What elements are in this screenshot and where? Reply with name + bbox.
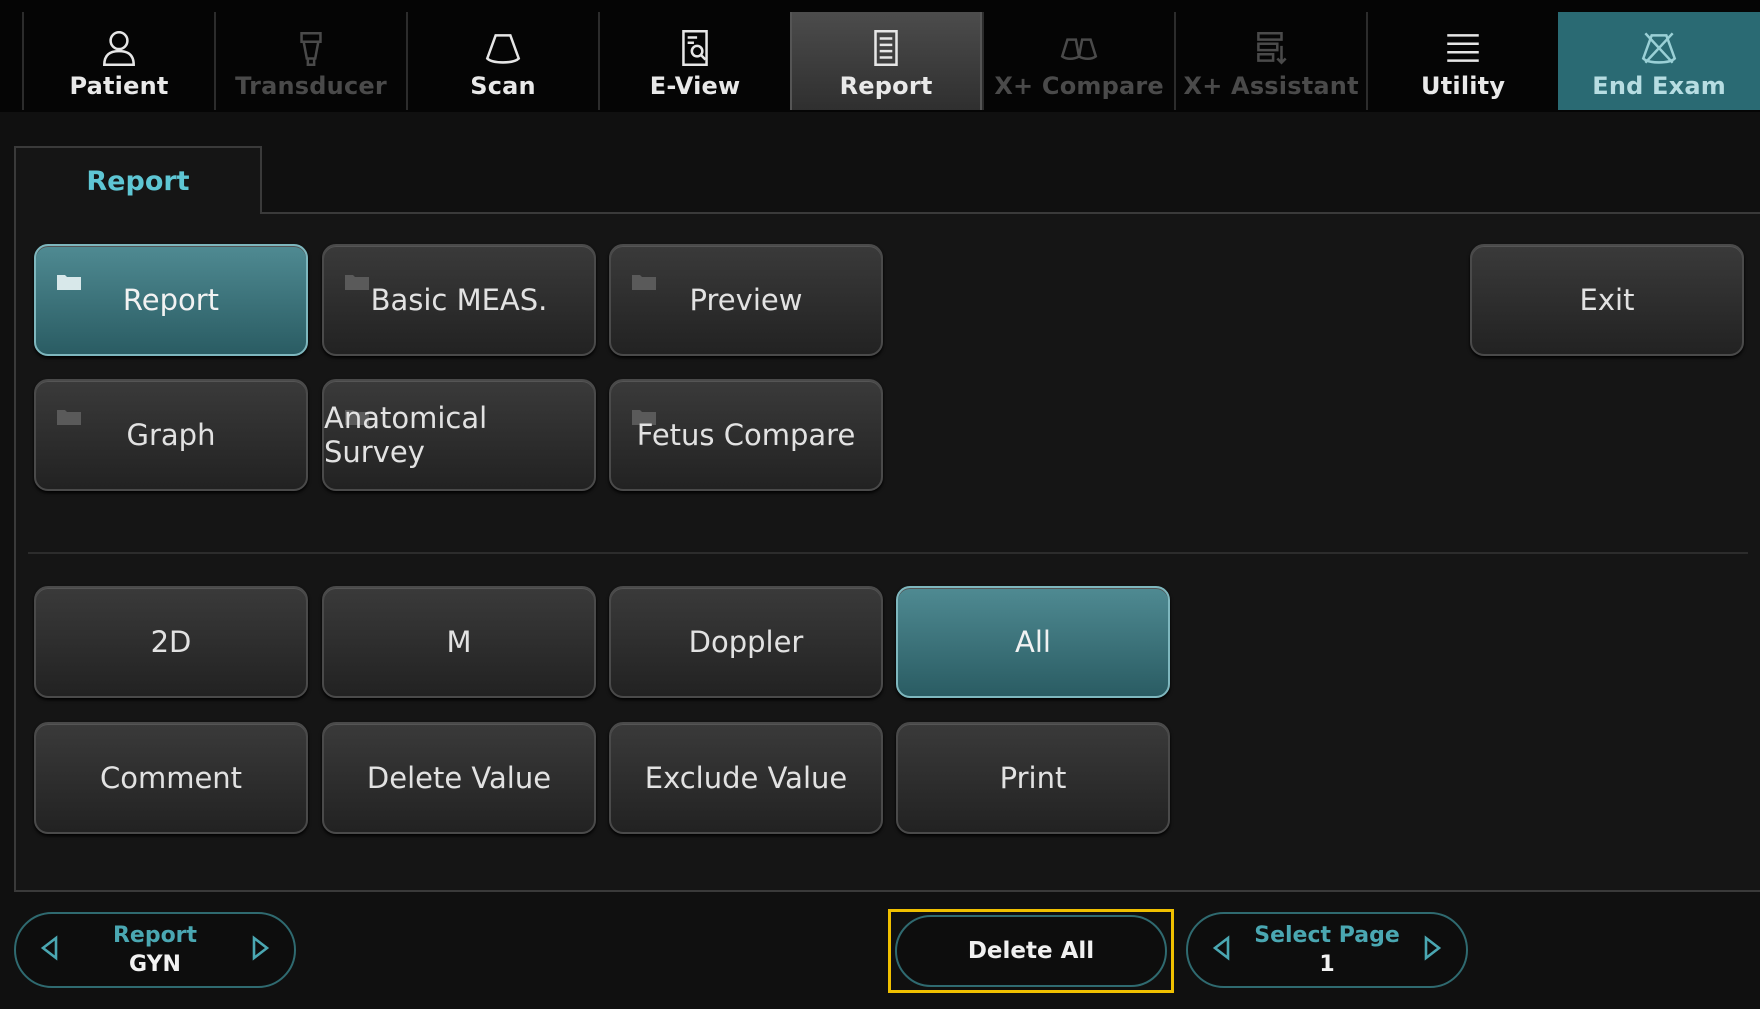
print-button[interactable]: Print bbox=[896, 722, 1170, 834]
right-arrow-icon[interactable] bbox=[248, 935, 272, 965]
toolbar-label: Patient bbox=[69, 72, 169, 100]
folder-icon bbox=[631, 399, 657, 425]
toolbar-label: X+ Assistant bbox=[1183, 72, 1359, 100]
page-selector-title: Select Page bbox=[1254, 923, 1400, 948]
scan-icon bbox=[480, 26, 526, 70]
button-label: Basic MEAS. bbox=[370, 283, 548, 317]
report-button[interactable]: Report bbox=[34, 244, 308, 356]
toolbar-compare-button[interactable]: X+ Compare bbox=[982, 12, 1174, 110]
menu-icon bbox=[1440, 26, 1486, 70]
report-type-title: Report bbox=[112, 923, 198, 948]
left-arrow-icon[interactable] bbox=[38, 935, 62, 965]
transducer-icon bbox=[288, 26, 334, 70]
top-toolbar: Patient Transducer Scan E-View Report X+… bbox=[0, 0, 1760, 112]
tab-report[interactable]: Report bbox=[14, 146, 262, 214]
toolbar-label: Scan bbox=[470, 72, 536, 100]
report-icon bbox=[863, 26, 909, 70]
page-selector[interactable]: Select Page 1 bbox=[1186, 912, 1468, 988]
right-arrow-icon[interactable] bbox=[1420, 935, 1444, 965]
delete-all-button[interactable]: Delete All bbox=[895, 915, 1167, 987]
toolbar-label: Utility bbox=[1421, 72, 1506, 100]
button-label: Preview bbox=[689, 283, 803, 317]
button-label: Report bbox=[122, 283, 220, 317]
button-label: Print bbox=[999, 761, 1067, 795]
button-label: Anatomical Survey bbox=[324, 401, 488, 469]
button-label: Doppler bbox=[688, 625, 804, 659]
button-label: Fetus Compare bbox=[636, 418, 856, 452]
report-type-value: GYN bbox=[129, 952, 181, 977]
toolbar-patient-button[interactable]: Patient bbox=[22, 12, 214, 110]
doppler-button[interactable]: Doppler bbox=[609, 586, 883, 698]
toolbar-end-exam-button[interactable]: End Exam bbox=[1558, 12, 1760, 110]
folder-icon bbox=[631, 264, 657, 290]
folder-open-icon bbox=[56, 264, 82, 290]
fetus-compare-button[interactable]: Fetus Compare bbox=[609, 379, 883, 491]
folder-icon bbox=[56, 399, 82, 425]
toolbar-assistant-button[interactable]: X+ Assistant bbox=[1174, 12, 1366, 110]
toolbar-label: End Exam bbox=[1592, 72, 1726, 100]
all-button[interactable]: All bbox=[896, 586, 1170, 698]
toolbar-eview-button[interactable]: E-View bbox=[598, 12, 790, 110]
compare-icon bbox=[1056, 26, 1102, 70]
left-arrow-icon[interactable] bbox=[1210, 935, 1234, 965]
exit-button[interactable]: Exit bbox=[1470, 244, 1744, 356]
page-display: Select Page 1 bbox=[1254, 923, 1400, 977]
toolbar-label: Report bbox=[839, 72, 933, 100]
mode-m-button[interactable]: M bbox=[322, 586, 596, 698]
basic-meas-button[interactable]: Basic MEAS. bbox=[322, 244, 596, 356]
end-exam-icon bbox=[1636, 26, 1682, 70]
mode-2d-button[interactable]: 2D bbox=[34, 586, 308, 698]
delete-all-highlight: Delete All bbox=[888, 909, 1174, 993]
folder-icon bbox=[344, 264, 370, 290]
page-number: 1 bbox=[1319, 952, 1335, 977]
toolbar-utility-button[interactable]: Utility bbox=[1366, 12, 1558, 110]
exclude-value-button[interactable]: Exclude Value bbox=[609, 722, 883, 834]
report-type-display: Report GYN bbox=[113, 923, 197, 977]
toolbar-label: E-View bbox=[649, 72, 741, 100]
comment-button[interactable]: Comment bbox=[34, 722, 308, 834]
button-label: 2D bbox=[150, 625, 192, 659]
toolbar-label: Transducer bbox=[235, 72, 387, 100]
button-label: M bbox=[446, 625, 472, 659]
graph-button[interactable]: Graph bbox=[34, 379, 308, 491]
preview-button[interactable]: Preview bbox=[609, 244, 883, 356]
button-label: All bbox=[1015, 625, 1051, 659]
button-label: Delete Value bbox=[366, 761, 552, 795]
button-label: Exclude Value bbox=[644, 761, 848, 795]
button-label: Exit bbox=[1579, 283, 1635, 317]
delete-value-button[interactable]: Delete Value bbox=[322, 722, 596, 834]
toolbar-scan-button[interactable]: Scan bbox=[406, 12, 598, 110]
button-label: Graph bbox=[126, 418, 216, 452]
report-type-selector[interactable]: Report GYN bbox=[14, 912, 296, 988]
button-label: Comment bbox=[99, 761, 243, 795]
section-divider bbox=[28, 552, 1748, 554]
person-icon bbox=[96, 26, 142, 70]
document-search-icon bbox=[672, 26, 718, 70]
anatomical-survey-button[interactable]: Anatomical Survey bbox=[322, 379, 596, 491]
toolbar-transducer-button[interactable]: Transducer bbox=[214, 12, 406, 110]
toolbar-label: X+ Compare bbox=[994, 72, 1164, 100]
toolbar-report-button[interactable]: Report bbox=[790, 12, 983, 110]
assistant-icon bbox=[1248, 26, 1294, 70]
